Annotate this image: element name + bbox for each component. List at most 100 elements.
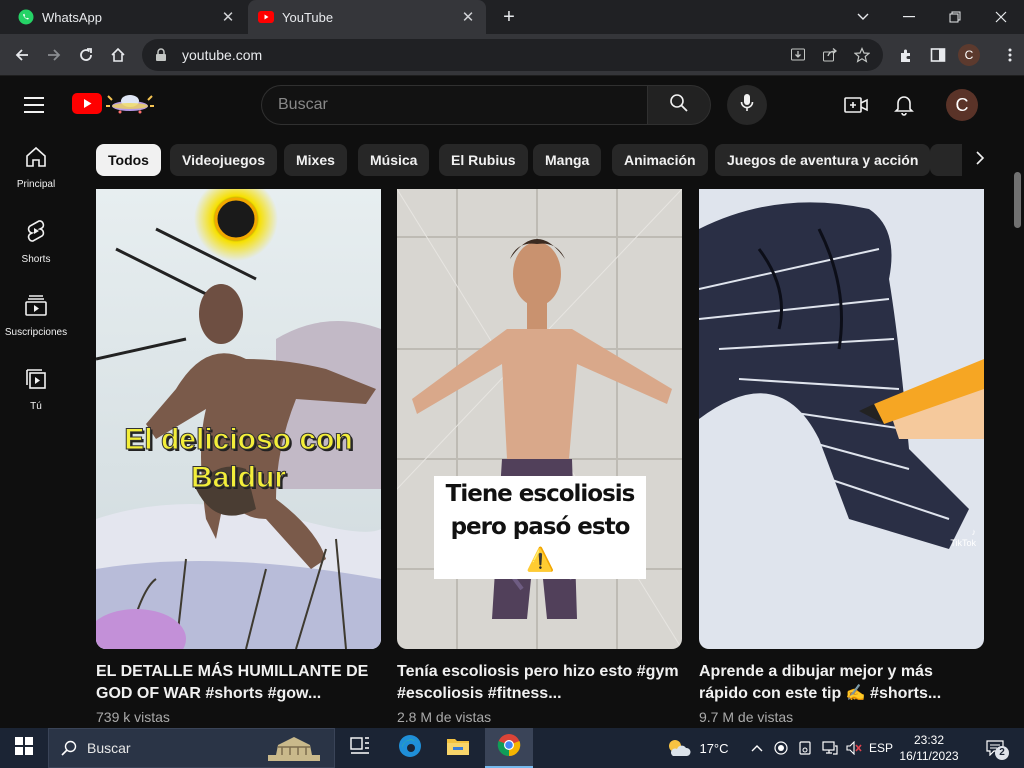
filter-chips-bar: Todos Videojuegos Mixes Música El Rubius… — [96, 144, 996, 176]
search-icon — [61, 740, 77, 756]
video-views: 9.7 M de vistas — [699, 709, 794, 725]
close-window-button[interactable] — [978, 0, 1024, 34]
page-scrollbar[interactable] — [1010, 170, 1024, 728]
video-title[interactable]: Tenía escoliosis pero hizo esto #gym #es… — [397, 661, 682, 705]
chips-next-button[interactable] — [962, 144, 998, 176]
back-icon[interactable] — [8, 41, 36, 69]
video-card[interactable]: El delicioso con Baldur EL DETALLE MÁS H… — [96, 189, 381, 725]
chip-musica[interactable]: Música — [358, 144, 430, 176]
network-icon[interactable] — [820, 728, 840, 768]
video-views: 2.8 M de vistas — [397, 709, 492, 725]
account-avatar[interactable]: C — [946, 89, 978, 121]
home-button-icon[interactable] — [104, 41, 132, 69]
tab-search-icon[interactable] — [840, 0, 886, 34]
subscriptions-icon — [25, 294, 47, 321]
shorts-icon — [25, 219, 47, 248]
notification-count-badge: 2 — [995, 746, 1009, 760]
tab-whatsapp[interactable]: WhatsApp ✕ — [8, 0, 246, 34]
url-text: youtube.com — [182, 47, 263, 63]
video-card[interactable]: Tiene escoliosis pero pasó esto ⚠️ Tenía… — [397, 189, 682, 725]
video-title[interactable]: Aprende a dibujar mejor y más rápido con… — [699, 661, 984, 705]
thumbnail-overlay-text: Tiene escoliosis pero pasó esto ⚠️ — [434, 476, 646, 579]
thumbnail-art-1 — [96, 189, 381, 649]
rail-label: Suscripciones — [4, 327, 68, 338]
clock-time: 23:32 — [913, 733, 945, 747]
video-thumbnail[interactable]: Tiene escoliosis pero pasó esto ⚠️ — [397, 189, 682, 649]
taskbar-chrome[interactable] — [485, 728, 533, 768]
rail-item-principal[interactable]: Principal — [0, 133, 72, 203]
install-app-icon[interactable] — [787, 47, 809, 63]
youtube-header: Buscar C — [0, 77, 1024, 133]
tiktok-label: TikTok — [950, 538, 976, 548]
thumbnail-art-2 — [397, 189, 682, 649]
browser-tab-strip: WhatsApp ✕ YouTube ✕ + — [0, 0, 1024, 34]
extensions-icon[interactable] — [892, 41, 920, 69]
search-bar: Buscar — [261, 85, 711, 125]
share-icon[interactable] — [819, 47, 841, 63]
notifications-bell-icon[interactable] — [890, 91, 918, 119]
create-video-icon[interactable] — [842, 91, 870, 119]
video-thumbnail[interactable]: El delicioso con Baldur — [96, 189, 381, 649]
search-input[interactable]: Buscar — [261, 85, 647, 125]
forward-icon[interactable] — [40, 41, 68, 69]
device-icon[interactable] — [796, 728, 814, 768]
start-button[interactable] — [0, 728, 48, 768]
task-view-button[interactable] — [336, 728, 384, 768]
chrome-icon — [497, 733, 521, 762]
new-tab-button[interactable]: + — [498, 6, 520, 28]
browser-toolbar: youtube.com — [0, 34, 1024, 76]
rail-item-suscripciones[interactable]: Suscripciones — [0, 281, 72, 351]
site-info-icon[interactable] — [152, 48, 170, 62]
volume-muted-icon[interactable] — [844, 728, 864, 768]
rail-item-tu[interactable]: Tú — [0, 355, 72, 425]
notification-icon: 2 — [986, 740, 1009, 760]
chip-el-rubius[interactable]: El Rubius — [439, 144, 528, 176]
taskbar-edge[interactable] — [386, 728, 434, 768]
search-icon — [669, 93, 689, 118]
taskbar-file-explorer[interactable] — [434, 728, 482, 768]
chip-videojuegos[interactable]: Videojuegos — [170, 144, 277, 176]
side-panel-icon[interactable] — [924, 41, 952, 69]
scrollbar-thumb[interactable] — [1014, 172, 1021, 228]
tiktok-icon: ♪ — [971, 527, 977, 537]
close-tab-icon[interactable]: ✕ — [460, 8, 476, 26]
chip-manga[interactable]: Manga — [533, 144, 602, 176]
language-indicator[interactable]: ESP — [866, 728, 896, 768]
tab-title: YouTube — [282, 9, 334, 25]
chip-animacion[interactable]: Animación — [612, 144, 708, 176]
thumbnail-art-3 — [699, 189, 984, 649]
menu-kebab-icon[interactable] — [1000, 41, 1020, 69]
rail-label: Tú — [30, 401, 42, 412]
clock-date: 16/11/2023 — [899, 749, 959, 763]
video-title[interactable]: EL DETALLE MÁS HUMILLANTE DE GOD OF WAR … — [96, 661, 381, 705]
voice-search-button[interactable] — [727, 85, 767, 125]
tiktok-watermark: ♪ TikTok — [950, 527, 976, 549]
video-thumbnail[interactable]: ♪ TikTok — [699, 189, 984, 649]
browser-profile-avatar[interactable]: C — [958, 44, 980, 66]
record-status-icon[interactable] — [772, 728, 790, 768]
menu-hamburger-icon[interactable] — [24, 93, 48, 117]
video-card[interactable]: ♪ TikTok Aprende a dibujar mejor y más rá… — [699, 189, 984, 725]
chevron-up-icon[interactable] — [748, 728, 766, 768]
home-icon — [25, 146, 47, 173]
chip-mixes[interactable]: Mixes — [284, 144, 347, 176]
weather-widget[interactable]: 17°C — [660, 728, 734, 768]
restore-button[interactable] — [932, 0, 978, 34]
system-clock[interactable]: 23:32 16/11/2023 — [898, 732, 960, 764]
edge-icon — [398, 734, 422, 763]
notification-center-button[interactable]: 2 — [978, 728, 1012, 768]
youtube-logo[interactable] — [72, 93, 102, 114]
minimize-button[interactable] — [886, 0, 932, 34]
reload-icon[interactable] — [72, 41, 100, 69]
bookmark-star-icon[interactable] — [851, 47, 873, 63]
folder-icon — [446, 736, 470, 761]
address-bar[interactable]: youtube.com — [142, 39, 883, 71]
chip-todos[interactable]: Todos — [96, 144, 161, 176]
chip-juegos-aventura[interactable]: Juegos de aventura y acción — [715, 144, 931, 176]
close-tab-icon[interactable]: ✕ — [220, 8, 236, 26]
rail-item-shorts[interactable]: Shorts — [0, 207, 72, 277]
taskbar-search[interactable]: Buscar — [48, 728, 335, 768]
tab-youtube[interactable]: YouTube ✕ — [248, 0, 486, 34]
youtube-doodle-icon[interactable] — [104, 90, 158, 116]
search-button[interactable] — [647, 85, 711, 125]
